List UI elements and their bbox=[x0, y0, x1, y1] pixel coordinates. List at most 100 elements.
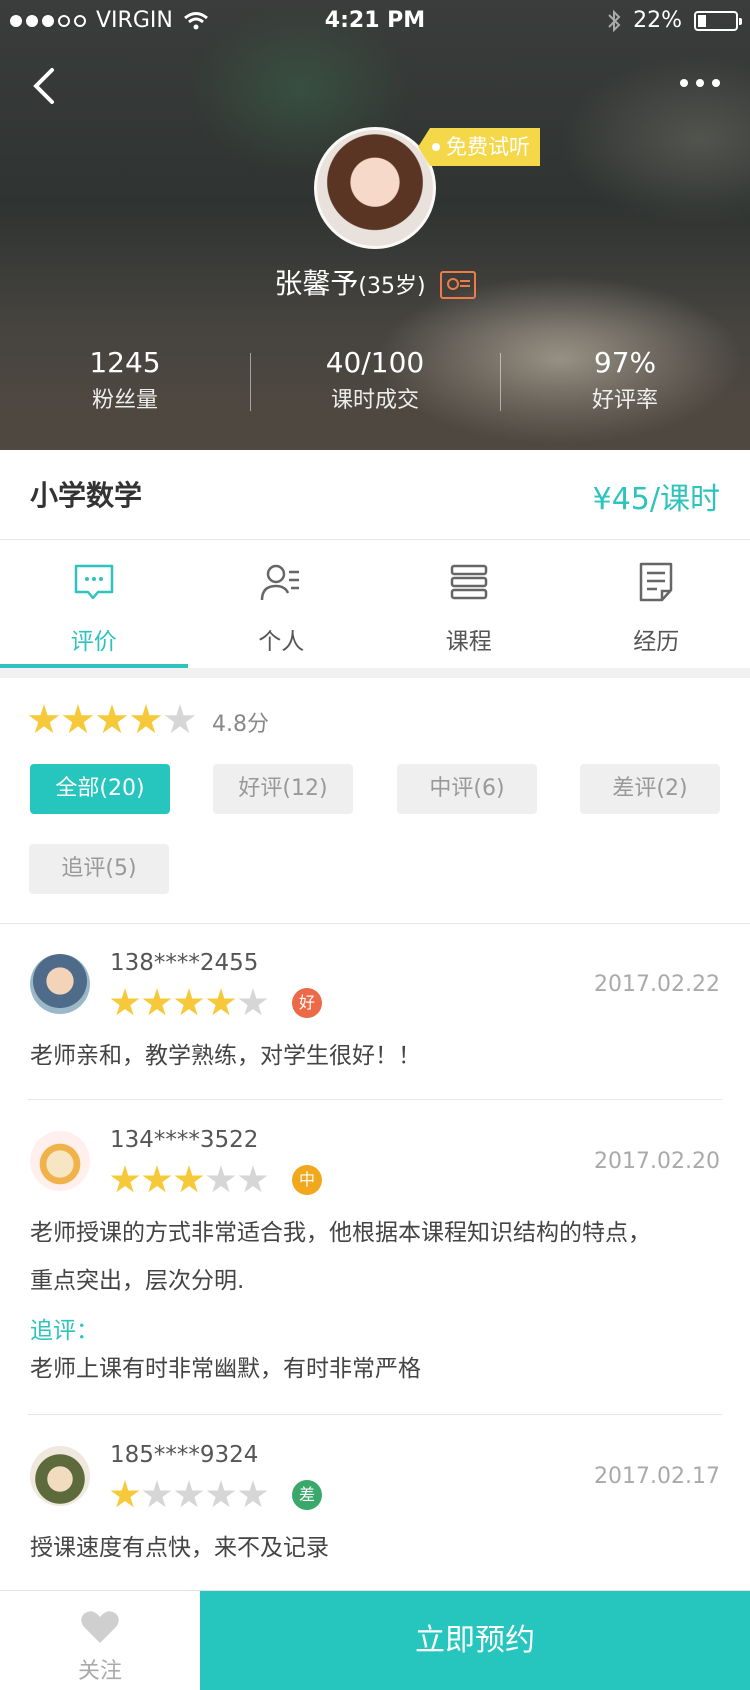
filter-bad[interactable]: 差评(2) bbox=[580, 764, 720, 814]
tab-label: 个人 bbox=[258, 629, 305, 655]
medium-badge: 中 bbox=[292, 1165, 322, 1195]
stat-label: 课时成交 bbox=[330, 388, 419, 413]
document-icon bbox=[640, 562, 673, 602]
follow-button[interactable]: 关注 bbox=[0, 1591, 200, 1690]
stat-label: 粉丝量 bbox=[91, 388, 158, 413]
tab-courses[interactable]: 课程 bbox=[375, 540, 563, 668]
id-card-icon[interactable] bbox=[439, 271, 476, 299]
status-bar: VIRGIN 4:21 PM 22% bbox=[0, 0, 750, 40]
review-date: 2017.02.17 bbox=[594, 1464, 720, 1489]
star-icon bbox=[206, 1480, 236, 1508]
heart-icon bbox=[81, 1611, 119, 1643]
header-hero: VIRGIN 4:21 PM 22% 免费试听 张馨予(35岁) 1245 粉丝… bbox=[0, 0, 750, 450]
teacher-name: 张馨予 bbox=[274, 267, 359, 300]
review-item: 134****3522 中 2017.02.20 老师授课的方式非常适合我，他根… bbox=[0, 1101, 750, 1415]
tab-label: 经历 bbox=[633, 629, 680, 655]
stat-value: 40/100 bbox=[325, 346, 425, 379]
review-user: 185****9324 bbox=[110, 1442, 259, 1468]
stat-fans: 1245 粉丝量 bbox=[0, 345, 250, 435]
bottom-action-bar: 关注 立即预约 bbox=[0, 1590, 750, 1690]
follow-label: 关注 bbox=[77, 1659, 122, 1684]
avatar bbox=[30, 954, 90, 1014]
divider bbox=[28, 1414, 722, 1415]
review-stars bbox=[110, 988, 268, 1018]
review-date: 2017.02.20 bbox=[594, 1149, 720, 1174]
battery-percent: 22% bbox=[633, 8, 682, 33]
star-icon bbox=[238, 1165, 268, 1193]
star-icon bbox=[62, 704, 94, 734]
review-item: 185****9324 差 2017.02.17 授课速度有点快，来不及记录 bbox=[0, 1416, 750, 1590]
tab-experience[interactable]: 经历 bbox=[563, 540, 750, 668]
stat-label: 好评率 bbox=[591, 388, 658, 413]
review-text-line: 老师授课的方式非常适合我，他根据本课程知识结构的特点， bbox=[30, 1220, 651, 1246]
bad-badge: 差 bbox=[292, 1480, 322, 1510]
teacher-detail-page: VIRGIN 4:21 PM 22% 免费试听 张馨予(35岁) 1245 粉丝… bbox=[0, 0, 750, 1690]
rating-summary: 4.8分 全部(20) 好评(12) 中评(6) 差评(2) 追评(5) bbox=[0, 678, 750, 924]
star-icon bbox=[142, 988, 172, 1016]
subject-bar: 小学数学 ¥45/课时 bbox=[0, 450, 750, 540]
divider bbox=[28, 1099, 722, 1100]
free-trial-tag[interactable]: 免费试听 bbox=[418, 128, 540, 166]
overall-score: 4.8分 bbox=[212, 712, 269, 737]
good-badge: 好 bbox=[292, 988, 322, 1018]
follow-up-label: 追评： bbox=[30, 1318, 99, 1344]
filter-all[interactable]: 全部(20) bbox=[30, 764, 170, 814]
star-icon bbox=[142, 1480, 172, 1508]
star-icon bbox=[130, 704, 162, 734]
filter-follow-up[interactable]: 追评(5) bbox=[29, 844, 169, 894]
review-text-line: 重点突出，层次分明. bbox=[30, 1268, 245, 1294]
avatar bbox=[30, 1446, 90, 1506]
stack-icon bbox=[450, 564, 487, 600]
review-stars bbox=[110, 1480, 268, 1510]
star-icon bbox=[174, 1480, 204, 1508]
book-now-button[interactable]: 立即预约 bbox=[200, 1591, 750, 1690]
filter-medium[interactable]: 中评(6) bbox=[397, 764, 537, 814]
star-icon bbox=[28, 704, 60, 734]
star-icon bbox=[206, 988, 236, 1016]
avatar bbox=[30, 1131, 90, 1191]
star-icon bbox=[238, 988, 268, 1016]
review-user: 138****2455 bbox=[110, 950, 259, 976]
section-gap bbox=[0, 668, 750, 678]
star-icon bbox=[142, 1165, 172, 1193]
battery-icon bbox=[694, 10, 742, 31]
tab-label: 评价 bbox=[70, 629, 117, 655]
teacher-stats: 1245 粉丝量 40/100 课时成交 97% 好评率 bbox=[0, 345, 750, 435]
overall-stars bbox=[28, 704, 196, 736]
back-arrow-icon[interactable] bbox=[28, 66, 64, 106]
tab-label: 课程 bbox=[445, 629, 492, 655]
filter-good[interactable]: 好评(12) bbox=[213, 764, 353, 814]
star-icon bbox=[96, 704, 128, 734]
bluetooth-icon bbox=[608, 9, 621, 32]
teacher-avatar bbox=[314, 127, 436, 249]
stat-rating: 97% 好评率 bbox=[500, 345, 750, 435]
tab-personal[interactable]: 个人 bbox=[188, 540, 376, 668]
tab-bar: 评价 个人 课程 经历 bbox=[0, 540, 750, 668]
review-item: 138****2455 好 2017.02.22 老师亲和，教学熟练，对学生很好… bbox=[0, 924, 750, 1100]
teacher-age: (35岁) bbox=[358, 274, 426, 299]
chat-bubble-icon bbox=[74, 564, 113, 600]
tab-reviews[interactable]: 评价 bbox=[0, 540, 188, 668]
review-user: 134****3522 bbox=[110, 1127, 259, 1153]
star-icon bbox=[110, 1480, 140, 1508]
star-icon bbox=[110, 988, 140, 1016]
star-icon bbox=[174, 988, 204, 1016]
review-stars bbox=[110, 1165, 268, 1195]
review-text: 老师亲和，教学熟练，对学生很好！！ bbox=[30, 1043, 421, 1069]
star-icon bbox=[174, 1165, 204, 1193]
star-icon bbox=[206, 1165, 236, 1193]
more-options-icon[interactable] bbox=[680, 76, 722, 90]
follow-up-text: 老师上课有时非常幽默，有时非常严格 bbox=[30, 1356, 421, 1382]
star-icon bbox=[238, 1480, 268, 1508]
stat-value: 97% bbox=[593, 346, 657, 379]
status-right: 22% bbox=[607, 8, 742, 33]
subject-name: 小学数学 bbox=[30, 479, 143, 512]
stat-value: 1245 bbox=[89, 346, 161, 379]
star-icon bbox=[164, 704, 196, 734]
star-icon bbox=[110, 1165, 140, 1193]
subject-price: ¥45/课时 bbox=[592, 482, 720, 517]
review-text: 授课速度有点快，来不及记录 bbox=[30, 1535, 329, 1561]
user-profile-icon bbox=[261, 564, 300, 601]
review-date: 2017.02.22 bbox=[594, 972, 720, 997]
teacher-name-row: 张馨予(35岁) bbox=[0, 262, 750, 302]
